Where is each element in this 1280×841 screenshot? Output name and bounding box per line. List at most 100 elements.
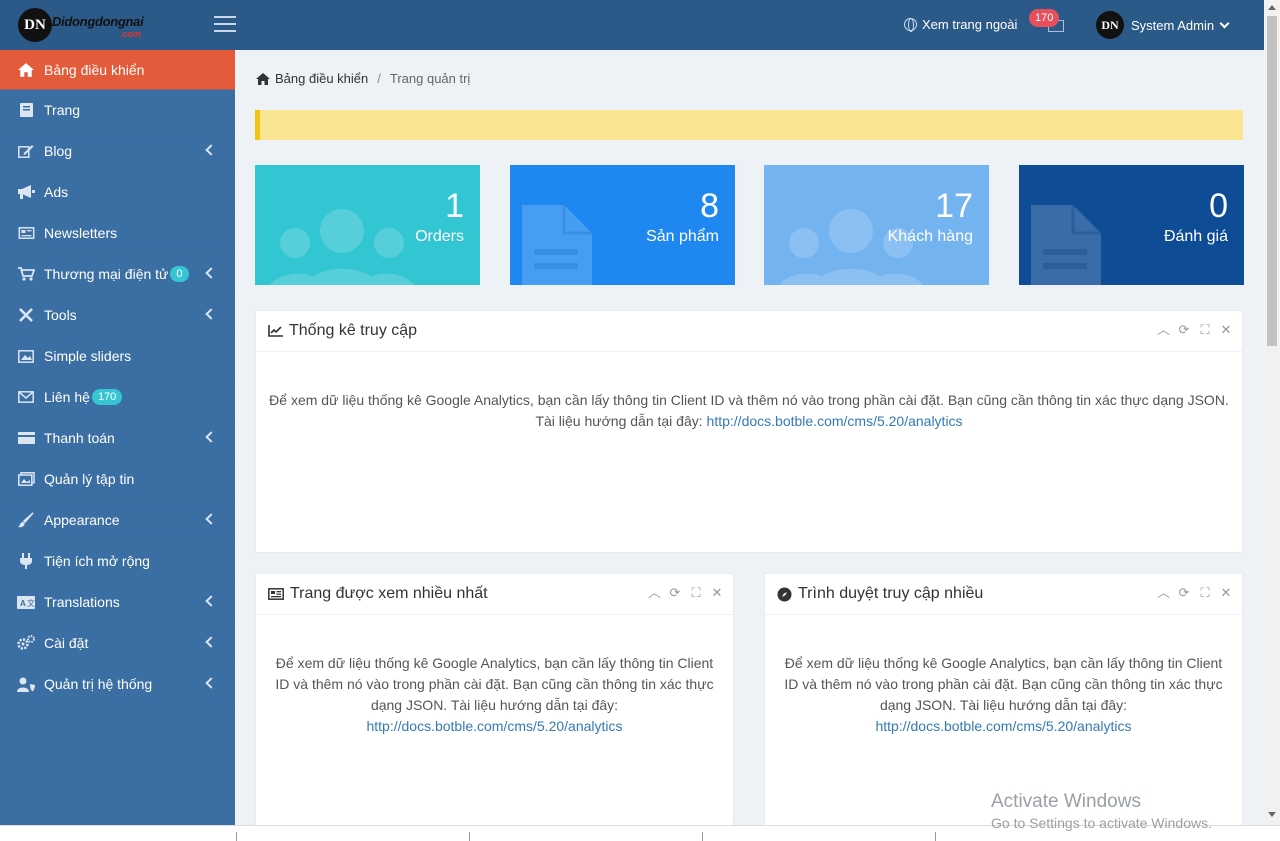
fullscreen-icon[interactable]: ⛶ <box>1199 586 1211 599</box>
close-icon[interactable]: ✕ <box>711 586 723 599</box>
refresh-icon[interactable]: ⟳ <box>1178 586 1190 599</box>
site-logo[interactable]: DN Didongdongnai .com <box>18 6 148 44</box>
panel-title: Trình duyệt truy cập nhiều <box>798 585 984 602</box>
stat-label: Khách hàng <box>887 228 973 245</box>
sidebar-item-1[interactable]: Trang <box>0 90 235 131</box>
sidebar-item-0[interactable]: Bảng điều khiển <box>0 50 235 90</box>
sidebar-item-15[interactable]: Quản trị hệ thống <box>0 664 235 705</box>
users-icon <box>267 205 417 285</box>
breadcrumb: Bảng điều khiển / Trang quản trị <box>256 71 470 86</box>
scrollbar-thumb[interactable] <box>1267 16 1277 346</box>
newspaper-icon <box>268 588 284 600</box>
page-scrollbar[interactable] <box>1264 0 1280 825</box>
panel-body: Để xem dữ liệu thống kê Google Analytics… <box>765 615 1242 737</box>
sidebar-item-label: Ads <box>44 184 69 200</box>
chevron-left-icon <box>205 267 217 279</box>
docs-link[interactable]: http://docs.botble.com/cms/5.20/analytic… <box>875 718 1131 734</box>
sidebar-item-4[interactable]: Newsletters <box>0 213 235 254</box>
panel-header: Trình duyệt truy cập nhiều ︿ ⟳ ⛶ ✕ <box>765 574 1242 615</box>
close-icon[interactable]: ✕ <box>1220 586 1232 599</box>
breadcrumb-home[interactable]: Bảng điều khiển <box>275 71 368 86</box>
sidebar-item-6[interactable]: Tools <box>0 295 235 336</box>
sidebar-item-label: Translations <box>44 594 120 610</box>
fullscreen-icon[interactable]: ⛶ <box>690 586 702 599</box>
menu-toggle-button[interactable] <box>214 16 236 34</box>
logo-mark: DN <box>18 8 52 42</box>
scroll-up-icon[interactable] <box>1268 5 1276 10</box>
stat-label: Orders <box>415 228 464 245</box>
sidebar-item-14[interactable]: Cài đặt <box>0 623 235 664</box>
docs-link[interactable]: http://docs.botble.com/cms/5.20/analytic… <box>366 718 622 734</box>
refresh-icon[interactable]: ⟳ <box>1178 323 1190 336</box>
panel-tools: ︿ ⟳ ⛶ ✕ <box>1157 586 1232 599</box>
cogs-icon <box>16 635 36 651</box>
chart-line-icon <box>268 325 283 337</box>
sidebar-item-10[interactable]: Quản lý tập tin <box>0 459 235 500</box>
sidebar-item-9[interactable]: Thanh toán <box>0 418 235 459</box>
collapse-icon[interactable]: ︿ <box>1157 586 1170 599</box>
user-shield-icon <box>16 676 36 692</box>
refresh-icon[interactable]: ⟳ <box>669 586 681 599</box>
home-icon <box>16 62 36 78</box>
stat-value: 1 <box>445 187 464 225</box>
globe-icon <box>904 18 917 32</box>
stat-value: 8 <box>700 187 719 225</box>
stat-card[interactable]: 1 Orders <box>255 165 480 285</box>
sidebar-item-5[interactable]: Thương mại điện tử 0 <box>0 254 235 295</box>
cart-icon <box>16 266 36 282</box>
sidebar-item-label: Liên hệ <box>44 389 90 405</box>
stat-card[interactable]: 8 Sản phẩm <box>510 165 735 285</box>
sidebar-item-2[interactable]: Blog <box>0 131 235 172</box>
plug-icon <box>16 553 36 569</box>
sidebar-item-11[interactable]: Appearance <box>0 500 235 541</box>
scroll-down-icon[interactable] <box>1268 812 1276 817</box>
view-site-link[interactable]: Xem trang ngoài <box>904 17 1017 32</box>
panel-header: Thống kê truy cập ︿ ⟳ ⛶ ✕ <box>256 311 1242 352</box>
panel-tools: ︿ ⟳ ⛶ ✕ <box>648 586 723 599</box>
stat-card[interactable]: 0 Đánh giá <box>1019 165 1244 285</box>
svg-text:文: 文 <box>27 598 35 608</box>
svg-text:A: A <box>20 599 26 608</box>
stat-card[interactable]: 17 Khách hàng <box>764 165 989 285</box>
credit-card-icon <box>16 430 36 446</box>
panel-body: Để xem dữ liệu thống kê Google Analytics… <box>256 615 733 737</box>
images-icon <box>16 471 36 487</box>
sidebar-item-8[interactable]: Liên hệ 170 <box>0 377 235 418</box>
mail-count-badge[interactable]: 170 <box>1029 9 1060 27</box>
fullscreen-icon[interactable]: ⛶ <box>1199 323 1211 336</box>
sidebar-item-label: Tiện ích mở rộng <box>44 553 150 569</box>
sidebar-item-label: Tools <box>44 307 77 323</box>
sidebar-item-label: Quản lý tập tin <box>44 471 135 487</box>
panel-tools: ︿ ⟳ ⛶ ✕ <box>1157 323 1232 336</box>
chevron-left-icon <box>205 513 217 525</box>
sidebar-badge: 170 <box>91 389 123 405</box>
sidebar-item-label: Appearance <box>44 512 120 528</box>
collapse-icon[interactable]: ︿ <box>648 586 661 599</box>
sidebar-badge: 0 <box>170 266 189 282</box>
sidebar-item-label: Simple sliders <box>44 348 132 364</box>
tools-icon <box>16 307 36 323</box>
user-menu[interactable]: DN System Admin <box>1096 11 1230 39</box>
sidebar-item-13[interactable]: A 文 Translations <box>0 582 235 623</box>
chevron-left-icon <box>205 595 217 607</box>
newspaper-icon <box>16 225 36 241</box>
chevron-left-icon <box>205 677 217 689</box>
file-icon <box>522 205 592 285</box>
sidebar-item-12[interactable]: Tiện ích mở rộng <box>0 541 235 582</box>
docs-link[interactable]: http://docs.botble.com/cms/5.20/analytic… <box>707 413 963 429</box>
sidebar-item-3[interactable]: Ads <box>0 172 235 213</box>
compass-icon <box>777 587 792 602</box>
panel-title: Thống kê truy cập <box>289 322 418 339</box>
sidebar-item-7[interactable]: Simple sliders <box>0 336 235 377</box>
panel-message: Để xem dữ liệu thống kê Google Analytics… <box>275 655 714 713</box>
logo-text: Didongdongnai <box>52 14 144 29</box>
sidebar-item-label: Newsletters <box>44 225 118 241</box>
envelope-icon <box>16 389 36 405</box>
watermark-title: Activate Windows <box>991 791 1141 812</box>
collapse-icon[interactable]: ︿ <box>1157 323 1170 336</box>
paintbrush-icon <box>16 512 36 528</box>
user-name: System Admin <box>1131 17 1215 33</box>
image-icon <box>16 348 36 364</box>
panel-header: Trang được xem nhiều nhất ︿ ⟳ ⛶ ✕ <box>256 574 733 615</box>
close-icon[interactable]: ✕ <box>1220 323 1232 336</box>
